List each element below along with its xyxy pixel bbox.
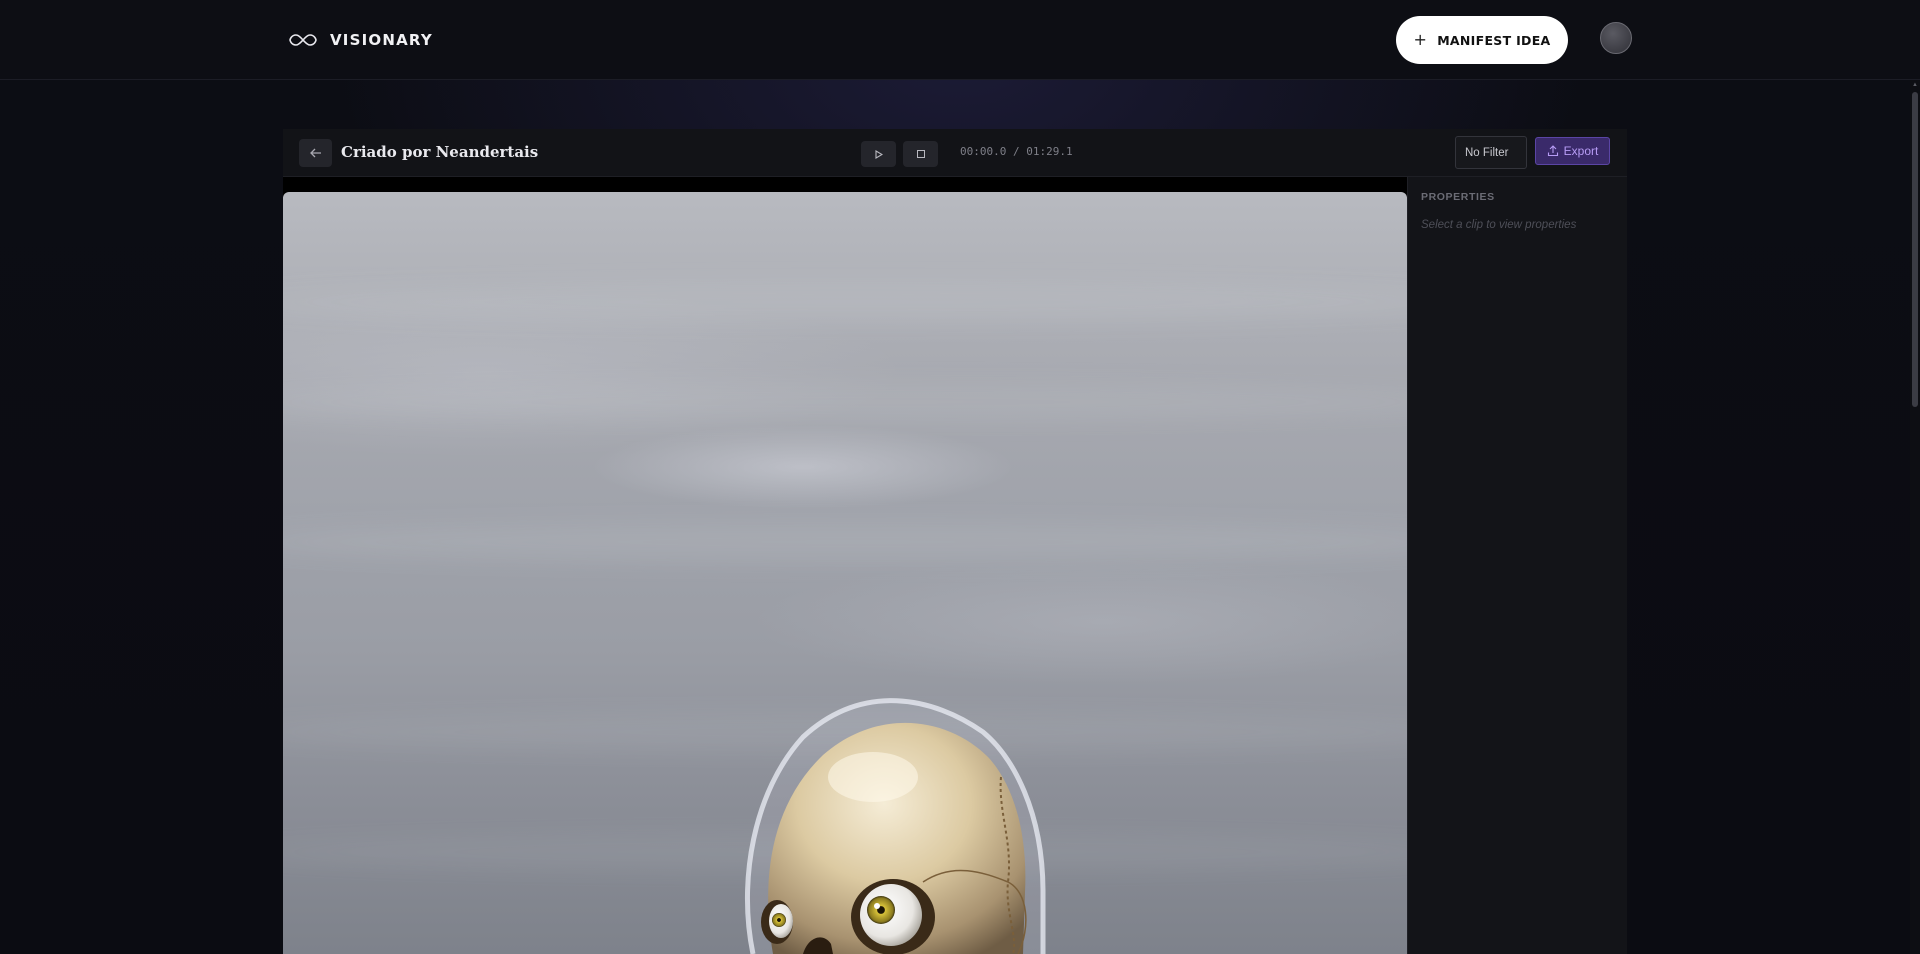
properties-hint: Select a clip to view properties [1421,219,1577,231]
video-editor: Criado por Neandertais 00:00.0 / 01:29.1… [283,129,1627,954]
play-button[interactable] [861,141,896,167]
scroll-up-icon[interactable]: ▲ [1912,82,1918,88]
stop-icon [916,150,925,158]
filter-select[interactable]: No Filter [1455,136,1527,169]
top-nav: VISIONARY + MANIFEST IDEA [0,0,1920,80]
properties-title: PROPERTIES [1421,191,1495,203]
scroll-thumb[interactable] [1912,92,1918,407]
export-button[interactable]: Export [1535,137,1610,165]
app-page: VISIONARY + MANIFEST IDEA Criado por Nea… [0,0,1920,954]
skull-image [744,698,1046,954]
upload-icon [1547,145,1558,157]
export-label: Export [1563,144,1599,158]
editor-toolbar: Criado por Neandertais 00:00.0 / 01:29.1… [283,129,1627,177]
preview-area [283,177,1407,954]
stop-button[interactable] [903,141,938,167]
avatar[interactable] [1600,22,1632,54]
timecode-display: 00:00.0 / 01:29.1 [960,145,1073,158]
arrow-left-icon [309,148,321,158]
manifest-idea-label: MANIFEST IDEA [1437,32,1551,48]
project-title: Criado por Neandertais [341,143,539,161]
brand-name: VISIONARY [330,31,433,49]
play-icon [874,149,883,159]
brand-logo[interactable]: VISIONARY [288,28,433,52]
manifest-idea-button[interactable]: + MANIFEST IDEA [1396,16,1568,64]
plus-icon: + [1413,30,1428,49]
properties-panel: PROPERTIES Select a clip to view propert… [1407,177,1627,954]
page-scrollbar[interactable]: ▲ [1910,80,1920,954]
infinity-icon [289,34,317,46]
video-preview-frame[interactable] [283,192,1407,954]
back-button[interactable] [299,139,332,167]
